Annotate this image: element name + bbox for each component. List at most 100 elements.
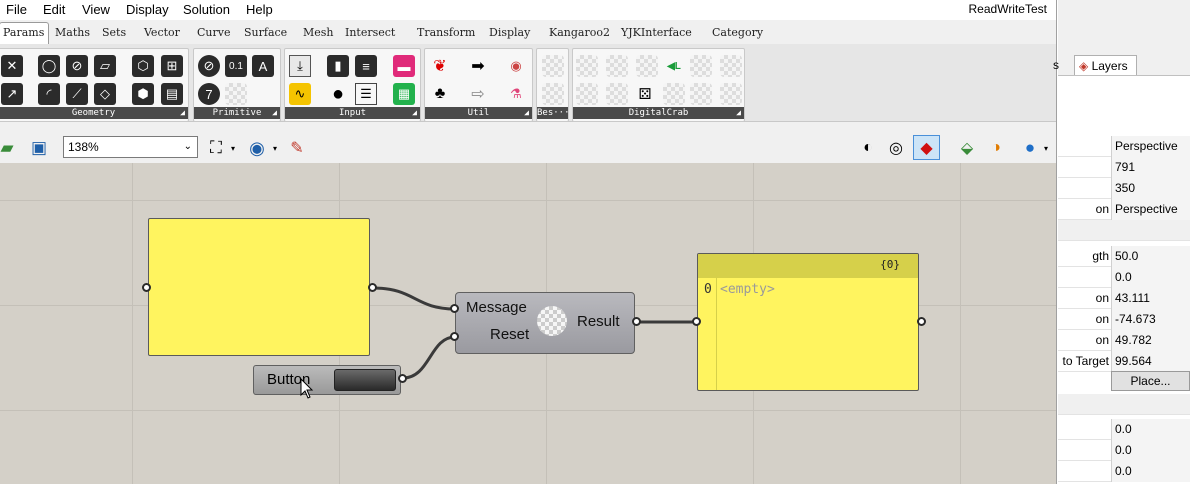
arc-icon[interactable]: ◜ — [38, 83, 60, 105]
text-icon[interactable]: A — [252, 55, 274, 77]
sketch-pen-icon[interactable]: ✎ — [286, 137, 308, 159]
field-icon[interactable]: ▤ — [161, 83, 183, 105]
crab-placeholder-icon[interactable] — [576, 55, 598, 77]
gradient-icon[interactable]: ▬ — [393, 55, 415, 77]
cherry-icon[interactable]: ❦ — [429, 55, 451, 77]
button-input-icon[interactable]: ● — [327, 83, 349, 105]
line-icon[interactable]: ⟋ — [66, 83, 88, 105]
prop-value[interactable]: 0.0 — [1111, 267, 1190, 288]
tab-surface[interactable]: Surface — [244, 26, 287, 39]
preview-wire-icon[interactable]: ◎ — [885, 137, 907, 159]
save-icon[interactable]: ▣ — [28, 137, 50, 159]
tab-params[interactable]: Params — [0, 22, 50, 44]
boolean-icon[interactable]: ⊘ — [198, 55, 220, 77]
tab-vector[interactable]: Vector — [144, 26, 180, 39]
crab-placeholder-icon[interactable] — [690, 55, 712, 77]
button-face[interactable] — [334, 369, 396, 391]
prop-value[interactable]: Perspective — [1111, 199, 1190, 220]
message-input-grip[interactable] — [450, 304, 459, 313]
output-panel-input-grip[interactable] — [692, 317, 701, 326]
menu-solution[interactable]: Solution — [183, 2, 230, 17]
colour-swatch-icon[interactable]: ▦ — [393, 83, 415, 105]
zoom-extents-dropdown-icon[interactable]: ▾ — [228, 137, 238, 159]
crab-placeholder-icon[interactable] — [720, 83, 742, 105]
crab-placeholder-icon[interactable] — [663, 83, 685, 105]
tab-yjkinterface[interactable]: YJKInterface — [621, 26, 692, 39]
preview-shaded-icon[interactable]: ◐ — [857, 137, 879, 159]
prop-value[interactable]: 0.0 — [1111, 440, 1190, 461]
curve-param-icon[interactable]: ⊘ — [66, 55, 88, 77]
prop-value[interactable]: Perspective — [1111, 136, 1190, 157]
mesh-param-icon[interactable]: ⊞ — [161, 55, 183, 77]
tab-sets[interactable]: Sets — [102, 26, 126, 39]
menu-help[interactable]: Help — [246, 2, 273, 17]
zoom-extents-icon[interactable]: ⛶ — [205, 137, 227, 159]
tab-display[interactable]: Display — [489, 26, 530, 39]
tab-category[interactable]: Category — [712, 26, 763, 39]
prop-value[interactable]: 791 — [1111, 157, 1190, 178]
prop-value[interactable]: 0.0 — [1111, 461, 1190, 482]
result-output-grip[interactable] — [632, 317, 641, 326]
grasshopper-canvas[interactable]: Message Reset Result Button {0} 0 <empty… — [0, 163, 1056, 484]
arrow-outline-icon[interactable]: ⇨ — [467, 83, 489, 105]
button-component[interactable]: Button — [253, 365, 401, 395]
bes-placeholder-icon-2[interactable] — [542, 83, 564, 105]
graph-mapper-icon[interactable]: ∿ — [289, 83, 311, 105]
crab-placeholder-icon[interactable] — [606, 55, 628, 77]
menu-view[interactable]: View — [82, 2, 110, 17]
preview-dropdown-icon[interactable]: ▾ — [270, 137, 280, 159]
reset-input-grip[interactable] — [450, 332, 459, 341]
circle-icon[interactable]: ◯ — [38, 55, 60, 77]
tab-transform[interactable]: Transform — [417, 26, 475, 39]
toggle-icon[interactable]: ▮ — [327, 55, 349, 77]
slider-icon[interactable]: ≡ — [355, 55, 377, 77]
zoom-select[interactable]: 138% ⌄ — [63, 136, 198, 158]
surface-param-icon[interactable]: ▱ — [94, 55, 116, 77]
prop-value[interactable]: 50.0 — [1111, 246, 1190, 267]
panel-output-grip[interactable] — [368, 283, 377, 292]
tag-icon[interactable]: ◀L — [663, 55, 685, 77]
menu-file[interactable]: File — [6, 2, 27, 17]
eye-icon[interactable]: ◉ — [246, 137, 268, 159]
point-icon[interactable]: ✕ — [1, 55, 23, 77]
tab-kangaroo2[interactable]: Kangaroo2 — [549, 26, 610, 39]
crab-placeholder-icon[interactable] — [636, 55, 658, 77]
prop-value[interactable]: 99.564 — [1111, 351, 1190, 372]
output-panel[interactable]: {0} 0 <empty> — [697, 253, 919, 391]
brep-icon[interactable]: ⬢ — [132, 83, 154, 105]
open-folder-icon[interactable]: ▰ — [0, 137, 18, 159]
tab-intersect[interactable]: Intersect — [345, 26, 395, 39]
crab-placeholder-icon[interactable] — [690, 83, 712, 105]
button-output-grip[interactable] — [398, 374, 407, 383]
tab-mesh[interactable]: Mesh — [303, 26, 334, 39]
box-icon[interactable]: ⬡ — [132, 55, 154, 77]
tab-curve[interactable]: Curve — [197, 26, 230, 39]
menu-display[interactable]: Display — [126, 2, 169, 17]
flask-icon[interactable]: ⚗ — [505, 83, 527, 105]
input-text-panel[interactable] — [148, 218, 370, 356]
jitter-icon[interactable]: ◉ — [505, 55, 527, 77]
number-icon[interactable]: 0.1 — [225, 55, 247, 77]
menu-edit[interactable]: Edit — [43, 2, 65, 17]
material-icon[interactable]: ◑ — [985, 137, 1007, 159]
tab-layers[interactable]: ◈ Layers — [1074, 55, 1137, 75]
crab-placeholder-icon[interactable] — [606, 83, 628, 105]
dice-icon[interactable]: ⚄ — [634, 83, 656, 105]
prop-value[interactable]: 43.111 — [1111, 288, 1190, 309]
display-sphere-icon[interactable]: ● — [1019, 137, 1041, 159]
value-list-icon[interactable]: ☰ — [355, 83, 377, 105]
plane-icon[interactable]: ◇ — [94, 83, 116, 105]
preview-selected-icon[interactable]: ◆ — [913, 135, 940, 160]
display-dropdown-icon[interactable]: ▾ — [1041, 137, 1051, 159]
read-write-component[interactable]: Message Reset Result — [455, 292, 635, 354]
prop-value[interactable]: -74.673 — [1111, 309, 1190, 330]
panel-input-grip[interactable] — [142, 283, 151, 292]
bes-placeholder-icon[interactable] — [542, 55, 564, 77]
import-icon[interactable]: ⤓ — [289, 55, 311, 77]
integer-icon[interactable]: 7 — [198, 83, 220, 105]
output-panel-output-grip[interactable] — [917, 317, 926, 326]
place-button[interactable]: Place... — [1111, 371, 1190, 391]
placeholder-icon[interactable] — [225, 83, 247, 105]
prop-value[interactable]: 0.0 — [1111, 419, 1190, 440]
bake-icon[interactable]: ⬙ — [956, 137, 978, 159]
